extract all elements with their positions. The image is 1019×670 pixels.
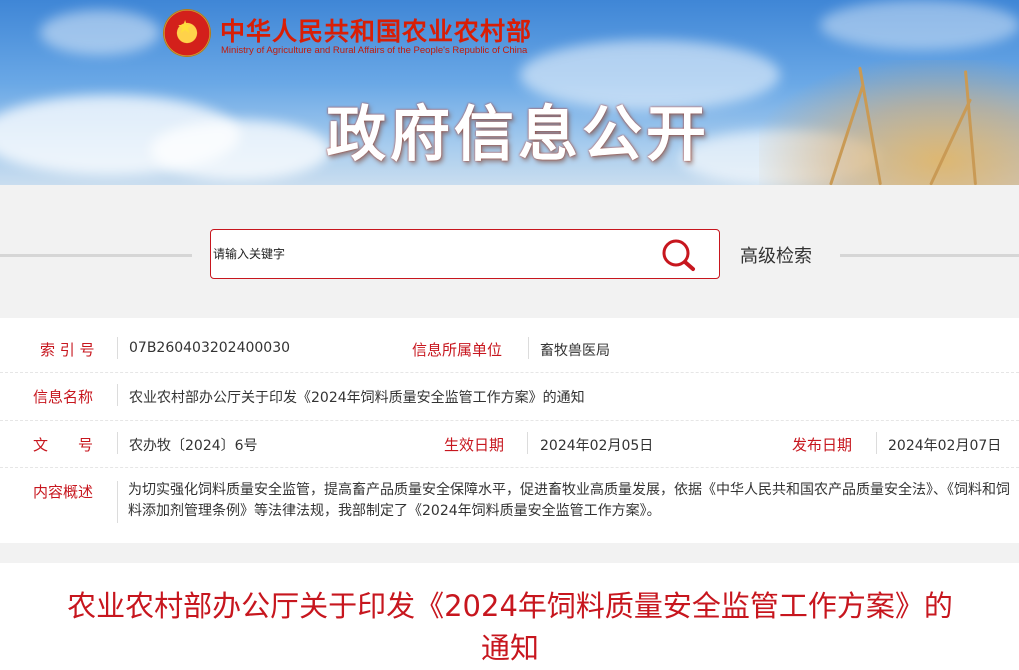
doc-number-label: 文 号 — [33, 436, 94, 454]
effective-date-value: 2024年02月05日 — [540, 438, 654, 454]
header-banner: ★ 中华人民共和国农业农村部 Ministry of Agriculture a… — [0, 0, 1019, 185]
summary-text: 为切实强化饲料质量安全监管，提高畜产品质量安全保障水平，促进畜牧业高质量发展，依… — [128, 482, 1010, 519]
cloud-decoration — [150, 120, 330, 180]
publish-date-value: 2024年02月07日 — [888, 438, 1002, 454]
cloud-decoration — [40, 10, 160, 55]
search-input[interactable] — [211, 230, 653, 278]
publish-date-label: 发布日期 — [792, 436, 853, 454]
effective-date-label: 生效日期 — [444, 436, 505, 454]
article-section: 农业农村部办公厅关于印发《2024年饲料质量安全监管工作方案》的通知 — [0, 563, 1019, 670]
index-label: 索 引 号 — [40, 341, 95, 359]
divider-line — [0, 254, 192, 257]
doc-number-value: 农办牧〔2024〕6号 — [129, 438, 258, 454]
unit-label: 信息所属单位 — [412, 341, 503, 359]
advanced-search-link[interactable]: 高级检索 — [740, 242, 812, 268]
name-value: 农业农村部办公厅关于印发《2024年饲料质量安全监管工作方案》的通知 — [129, 390, 585, 406]
article-title: 农业农村部办公厅关于印发《2024年饲料质量安全监管工作方案》的通知 — [67, 589, 953, 665]
summary-label: 内容概述 — [33, 483, 94, 501]
meta-row-doc: 文 号 农办牧〔2024〕6号 生效日期 2024年02月05日 发布日期 20… — [0, 421, 1019, 468]
unit-value: 畜牧兽医局 — [540, 343, 610, 359]
search-icon — [662, 239, 695, 271]
wheat-decoration — [759, 60, 1019, 185]
document-metadata: 索 引 号 07B260403202400030 信息所属单位 畜牧兽医局 信息… — [0, 318, 1019, 543]
site-subtitle: Ministry of Agriculture and Rural Affair… — [221, 45, 528, 56]
search-box — [210, 229, 720, 279]
name-label: 信息名称 — [33, 388, 94, 406]
site-title[interactable]: 中华人民共和国农业农村部 — [220, 12, 532, 48]
meta-row-name: 信息名称 农业农村部办公厅关于印发《2024年饲料质量安全监管工作方案》的通知 — [0, 373, 1019, 421]
index-value: 07B260403202400030 — [129, 340, 291, 356]
divider-line — [840, 254, 1019, 257]
search-button[interactable] — [659, 238, 699, 272]
banner-title: 政府信息公开 — [326, 100, 710, 170]
meta-row-index: 索 引 号 07B260403202400030 信息所属单位 畜牧兽医局 — [0, 318, 1019, 373]
national-emblem-icon[interactable]: ★ — [164, 10, 210, 56]
search-section: 高级检索 — [0, 185, 1019, 312]
cloud-decoration — [820, 0, 1019, 50]
